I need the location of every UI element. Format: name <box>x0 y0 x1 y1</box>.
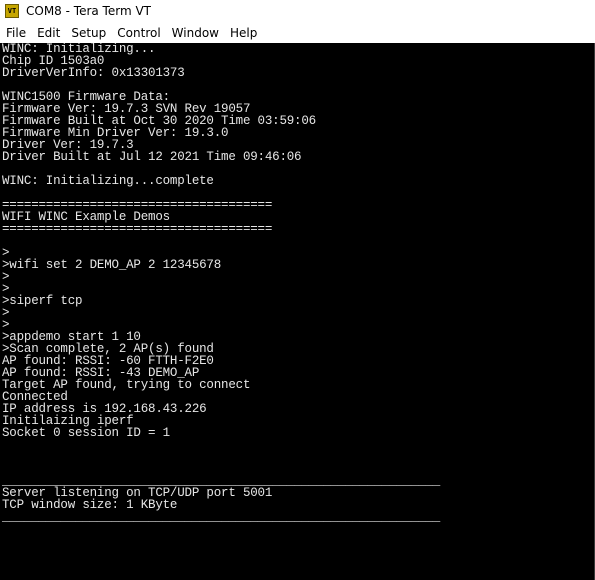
menu-window[interactable]: Window <box>166 24 224 43</box>
terminal-line: > <box>2 270 10 284</box>
menu-edit[interactable]: Edit <box>31 24 65 43</box>
terminal-output[interactable]: WINC: Initializing... Chip ID 1503a0 Dri… <box>0 43 595 580</box>
terminal-line: WINC: Initializing...complete <box>2 174 214 188</box>
terminal-line: Socket 0 session ID = 1 <box>2 426 170 440</box>
title-bar: VT COM8 - Tera Term VT <box>0 0 595 24</box>
window-title: COM8 - Tera Term VT <box>26 4 151 18</box>
terminal-line: > <box>2 306 10 320</box>
menu-control[interactable]: Control <box>111 24 165 43</box>
terminal-line: DriverVerInfo: 0x13301373 <box>2 66 185 80</box>
terminal-lines: WINC: Initializing... Chip ID 1503a0 Dri… <box>2 43 440 523</box>
tera-term-app-icon[interactable]: VT <box>5 4 19 18</box>
terminal-line: >wifi set 2 DEMO_AP 2 12345678 <box>2 258 222 272</box>
menu-setup[interactable]: Setup <box>65 24 111 43</box>
menu-help[interactable]: Help <box>224 24 262 43</box>
terminal-line: ===================================== <box>2 222 273 236</box>
terminal-line: >siperf tcp <box>2 294 83 308</box>
menu-bar: File Edit Setup Control Window Help <box>0 24 595 43</box>
terminal-line: ________________________________________… <box>2 510 441 524</box>
menu-file[interactable]: File <box>0 24 31 43</box>
terminal-line: Driver Built at Jul 12 2021 Time 09:46:0… <box>2 150 302 164</box>
